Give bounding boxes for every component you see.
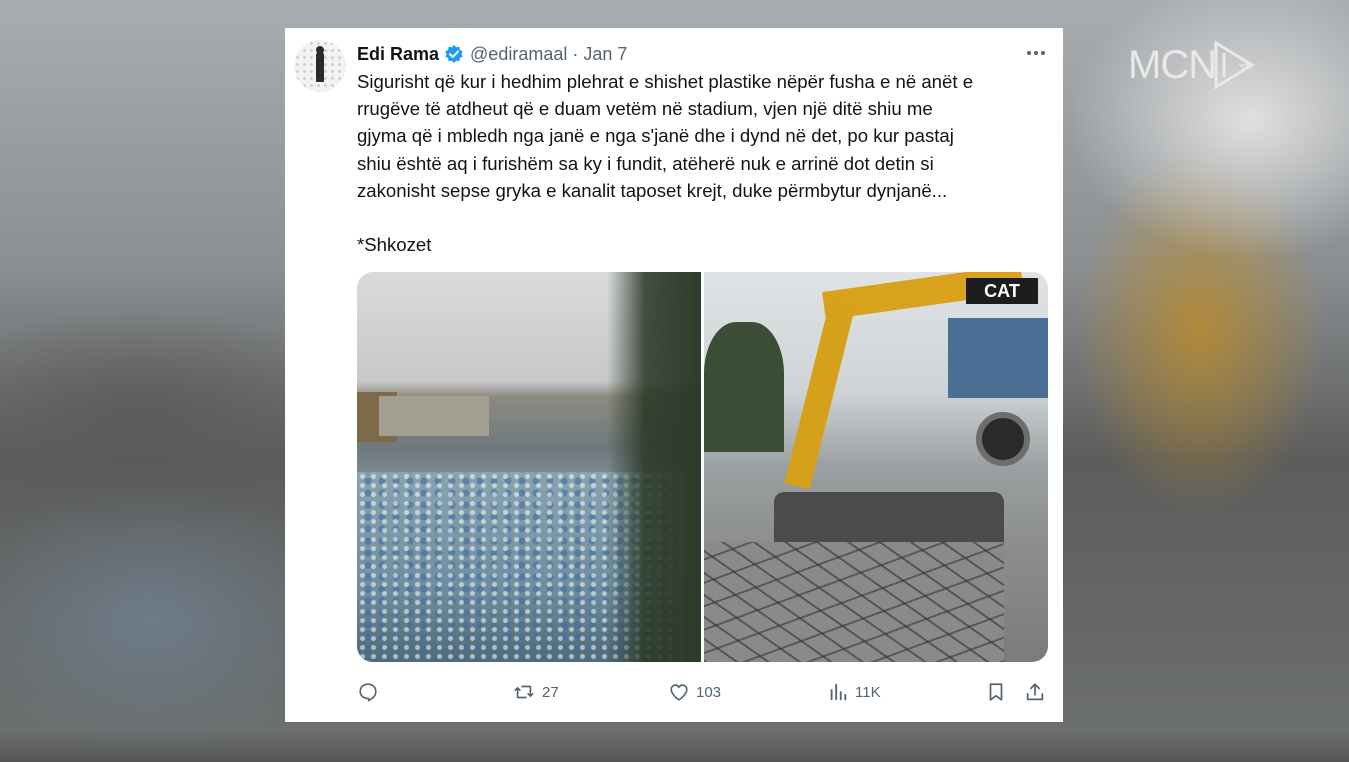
bookmark-button[interactable]: [985, 680, 1007, 704]
tweet-body: Sigurisht që kur i hedhim plehrat e shis…: [357, 71, 974, 201]
tweet-text: Sigurisht që kur i hedhim plehrat e shis…: [357, 68, 1047, 258]
tweet-hashtag-line: *Shkozet: [357, 234, 432, 256]
photo-plastic-waste-canal[interactable]: [357, 272, 701, 662]
avatar-figure-body: [316, 52, 324, 82]
tweet-actions-bar: 27 103 11K: [357, 680, 1049, 704]
header-separator: ·: [572, 43, 579, 64]
reply-button[interactable]: [357, 680, 379, 704]
reply-icon: [359, 683, 377, 702]
heart-icon: [670, 684, 688, 701]
logo-text: MCN: [1128, 42, 1217, 87]
tweet-date[interactable]: Jan 7: [583, 44, 627, 65]
author-name[interactable]: Edi Rama: [357, 44, 439, 65]
photo-excavator-roadwork[interactable]: CAT: [704, 272, 1048, 662]
verified-badge-icon: [444, 44, 464, 64]
views-chart-icon: [830, 683, 847, 701]
views-count: 11K: [855, 683, 881, 701]
retweet-count: 27: [542, 683, 559, 701]
retweet-button[interactable]: 27: [512, 680, 559, 704]
tweet-media-grid: CAT: [357, 272, 1048, 662]
tweet-card[interactable]: Edi Rama @ediramaal · Jan 7 Sigurisht që…: [285, 28, 1063, 722]
channel-logo: MCN tv: [1128, 36, 1278, 94]
avatar[interactable]: [294, 40, 346, 92]
retweet-icon: [514, 685, 534, 699]
tweet-header: Edi Rama @ediramaal · Jan 7: [357, 42, 627, 66]
views-button[interactable]: 11K: [827, 680, 881, 704]
like-button[interactable]: 103: [668, 680, 721, 704]
share-icon: [1026, 683, 1044, 701]
bookmark-icon: [989, 683, 1003, 701]
more-options-icon[interactable]: [1023, 42, 1049, 64]
share-button[interactable]: [1024, 680, 1046, 704]
author-handle[interactable]: @ediramaal: [470, 44, 567, 65]
background-shadow: [0, 730, 1349, 762]
excavator-brand-text: CAT: [966, 278, 1038, 304]
like-count: 103: [696, 683, 722, 701]
